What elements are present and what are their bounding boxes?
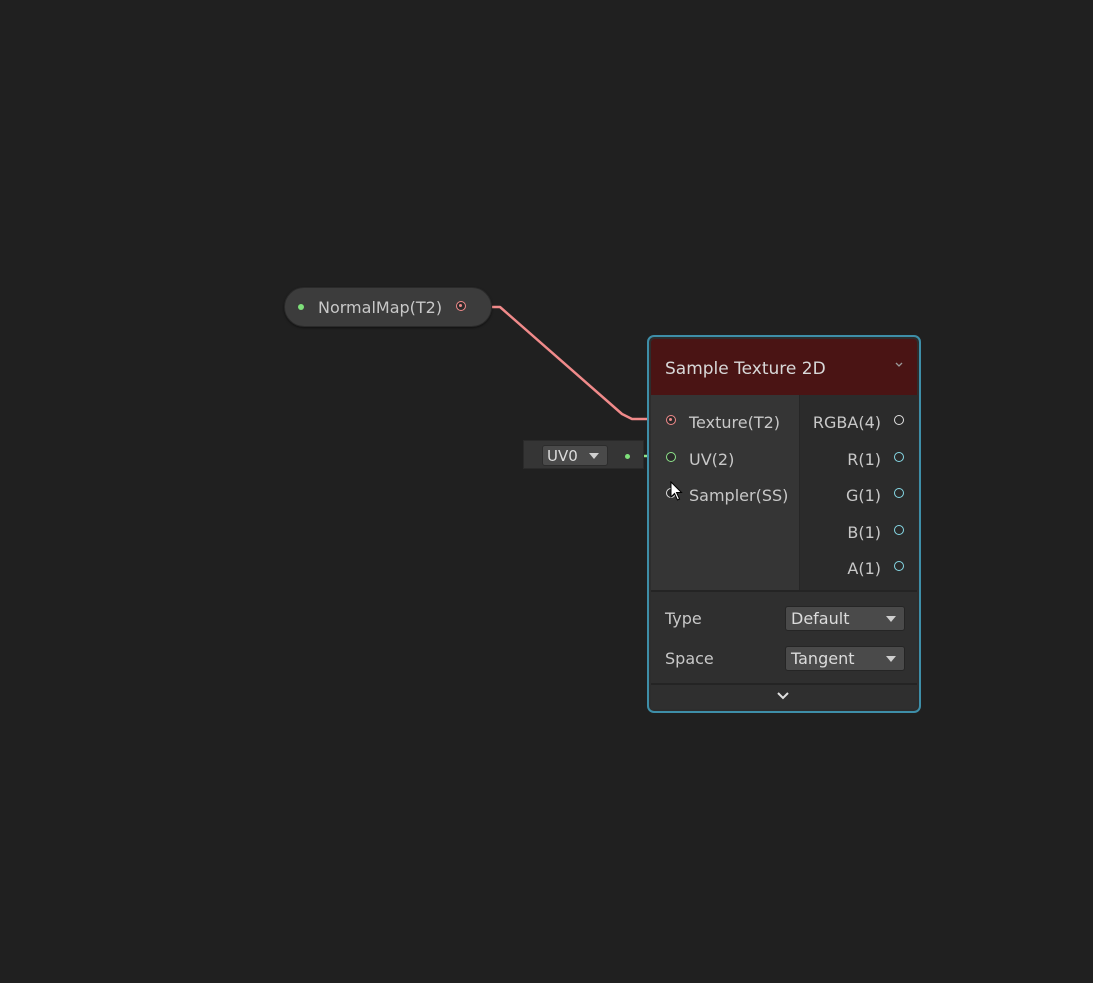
graph-canvas[interactable]: NormalMap(T2) UV0 Sample Texture 2D Text… [0, 0, 1093, 983]
normalmap-property-node[interactable]: NormalMap(T2) [284, 287, 492, 327]
type-value: Default [791, 609, 850, 628]
edge-layer [492, 305, 664, 458]
input-label-sampler: Sampler(SS) [689, 486, 789, 505]
space-dropdown[interactable]: Tangent [785, 646, 905, 671]
input-label-uv: UV(2) [689, 450, 735, 469]
uv-input-port[interactable] [666, 452, 676, 462]
dropdown-arrow-icon [886, 616, 896, 622]
output-ports-panel: RGBA(4) R(1) G(1) B(1) A(1) [799, 395, 918, 590]
dropdown-arrow-icon [886, 656, 896, 662]
property-indicator-dot [298, 304, 304, 310]
collapse-chevron-icon[interactable] [895, 361, 903, 369]
texture-input-port[interactable] [666, 415, 676, 425]
b-output-port[interactable] [894, 525, 904, 535]
node-header[interactable]: Sample Texture 2D [651, 339, 917, 395]
output-label-a: A(1) [847, 559, 881, 578]
a-output-port[interactable] [894, 561, 904, 571]
r-output-port[interactable] [894, 452, 904, 462]
node-settings-panel: Type Default Space Tangent [651, 592, 917, 683]
output-label-r: R(1) [847, 450, 881, 469]
space-value: Tangent [791, 649, 855, 668]
input-label-texture: Texture(T2) [689, 413, 781, 432]
g-output-port[interactable] [894, 488, 904, 498]
preview-expand-bar[interactable] [651, 685, 917, 709]
property-node-label: NormalMap(T2) [318, 298, 443, 317]
output-label-g: G(1) [845, 486, 881, 505]
output-label-rgba: RGBA(4) [812, 413, 881, 432]
expand-chevron-icon [777, 692, 789, 700]
property-output-port[interactable] [456, 301, 466, 311]
rgba-output-port[interactable] [894, 415, 904, 425]
uv-connector-dot [625, 454, 630, 459]
texture-edge[interactable] [492, 305, 664, 421]
space-label: Space [665, 649, 714, 668]
mouse-cursor-icon [670, 481, 683, 501]
uv-channel-value: UV0 [547, 447, 578, 465]
sample-texture-2d-node[interactable]: Sample Texture 2D Texture(T2) UV(2) Samp… [647, 335, 921, 713]
uv-channel-dropdown[interactable]: UV0 [542, 445, 608, 466]
node-title: Sample Texture 2D [665, 359, 826, 379]
type-label: Type [665, 609, 702, 628]
dropdown-arrow-icon [589, 453, 599, 459]
type-dropdown[interactable]: Default [785, 606, 905, 631]
output-label-b: B(1) [847, 523, 881, 542]
uv-inline-control: UV0 [523, 440, 644, 469]
